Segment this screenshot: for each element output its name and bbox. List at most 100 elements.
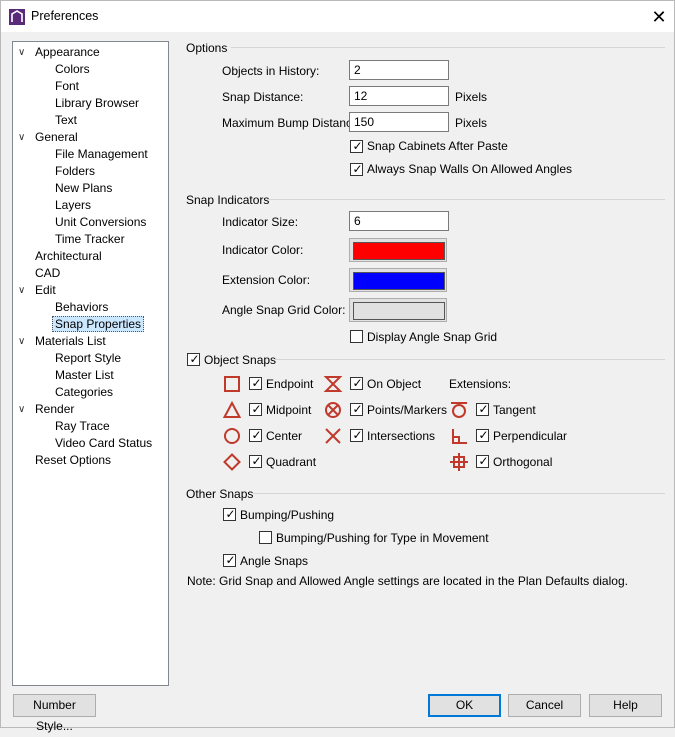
center-icon <box>224 428 240 444</box>
tree-item-label: Appearance <box>35 45 100 59</box>
snap-walls-checkbox[interactable]: ✓ <box>350 162 363 176</box>
tree-item[interactable]: Colors <box>55 61 90 78</box>
tree-item[interactable]: New Plans <box>55 180 112 197</box>
extension-color-label: Extension Color: <box>222 273 311 287</box>
bumping-pushing-label: Bumping/Pushing <box>240 508 335 522</box>
tree-item-label: Time Tracker <box>55 232 125 246</box>
expand-chevron-icon[interactable]: ∨ <box>18 44 28 61</box>
tree-item[interactable]: Library Browser <box>55 95 139 112</box>
tree-item[interactable]: Ray Trace <box>55 418 110 435</box>
other-snaps-divider <box>253 493 665 494</box>
extension-color-swatch <box>353 272 445 290</box>
title-bar: Preferences ✕ <box>1 1 674 32</box>
close-icon[interactable]: ✕ <box>648 6 670 28</box>
extension-color-button[interactable] <box>349 268 447 292</box>
category-tree[interactable]: ∨ Appearance Colors Font Library Browser Text… <box>12 41 169 686</box>
expand-chevron-icon[interactable]: ∨ <box>18 333 28 350</box>
tree-item-label: Unit Conversions <box>55 215 147 229</box>
tree-item[interactable]: Folders <box>55 163 95 180</box>
endpoint-checkbox[interactable]: ✓ <box>249 376 262 390</box>
points-markers-icon <box>325 402 341 418</box>
objects-in-history-input[interactable]: 2 <box>349 60 449 80</box>
snap-indicators-divider <box>267 199 665 200</box>
orthogonal-checkbox[interactable]: ✓ <box>476 454 489 468</box>
on-object-checkbox[interactable]: ✓ <box>350 376 363 390</box>
perpendicular-icon <box>452 429 467 444</box>
indicator-color-label: Indicator Color: <box>222 243 304 257</box>
tree-item[interactable]: Video Card Status <box>55 435 152 452</box>
indicator-color-swatch <box>353 242 445 260</box>
cancel-button[interactable]: Cancel <box>508 694 581 717</box>
tree-item[interactable]: Snap Properties <box>52 316 145 333</box>
tree-item[interactable]: General <box>35 129 78 146</box>
tree-item[interactable]: Architectural <box>35 248 102 265</box>
tree-item[interactable]: Behaviors <box>55 299 108 316</box>
orthogonal-icon <box>450 453 468 471</box>
points-markers-checkbox[interactable]: ✓ <box>350 402 363 416</box>
snap-distance-input[interactable]: 12 <box>349 86 449 106</box>
midpoint-label: Midpoint <box>266 403 312 417</box>
tangent-icon <box>451 402 467 418</box>
tree-item-label: Reset Options <box>35 453 112 467</box>
angle-snap-grid-color-button[interactable] <box>349 298 447 322</box>
angle-snaps-label: Angle Snaps <box>240 554 309 568</box>
endpoint-icon <box>224 376 240 392</box>
app-icon <box>9 9 25 25</box>
expand-chevron-icon[interactable]: ∨ <box>18 129 28 146</box>
tree-item[interactable]: Time Tracker <box>55 231 125 248</box>
intersections-label: Intersections <box>367 429 436 443</box>
tree-item[interactable]: Appearance <box>35 44 100 61</box>
tangent-checkbox[interactable]: ✓ <box>476 402 489 416</box>
tree-item[interactable]: Master List <box>55 367 114 384</box>
tree-item-label: Text <box>55 113 78 127</box>
tree-item[interactable]: Categories <box>55 384 113 401</box>
number-style-button[interactable]: Number Style... <box>13 694 96 733</box>
bumping-pushing-type-label: Bumping/Pushing for Type in Movement <box>276 531 489 545</box>
tree-item-label: General <box>35 130 78 144</box>
tree-item[interactable]: Materials List <box>35 333 106 350</box>
perpendicular-checkbox[interactable]: ✓ <box>476 428 489 442</box>
other-snaps-header: Other Snaps <box>186 487 254 501</box>
tree-item[interactable]: Font <box>55 78 79 95</box>
tree-item-label: Colors <box>55 62 90 76</box>
quadrant-icon <box>223 453 241 471</box>
tree-item-label: File Management <box>55 147 148 161</box>
tree-item[interactable]: Text <box>55 112 77 129</box>
indicator-size-input[interactable]: 6 <box>349 211 449 231</box>
max-bump-distance-input[interactable]: 150 <box>349 112 449 132</box>
tree-item-label: Materials List <box>35 334 106 348</box>
preferences-window: Preferences ✕ ∨ Appearance Colors Font Libra… <box>0 0 675 733</box>
tree-item[interactable]: Unit Conversions <box>55 214 146 231</box>
center-checkbox[interactable]: ✓ <box>249 428 262 442</box>
expand-chevron-icon[interactable]: ∨ <box>18 282 28 299</box>
tree-item-label: Library Browser <box>55 96 140 110</box>
expand-chevron-icon[interactable]: ∨ <box>18 401 28 418</box>
quadrant-checkbox[interactable]: ✓ <box>249 454 262 468</box>
objects-in-history-label: Objects in History: <box>222 64 320 78</box>
display-angle-snap-grid-checkbox[interactable] <box>350 330 363 343</box>
ok-button[interactable]: OK <box>428 694 501 717</box>
endpoint-label: Endpoint <box>266 377 314 391</box>
bumping-pushing-checkbox[interactable]: ✓ <box>223 507 236 521</box>
midpoint-checkbox[interactable]: ✓ <box>249 402 262 416</box>
snap-walls-label: Always Snap Walls On Allowed Angles <box>367 162 572 176</box>
snap-cabinets-checkbox[interactable]: ✓ <box>350 139 363 153</box>
center-label: Center <box>266 429 303 443</box>
tree-item[interactable]: Reset Options <box>35 452 111 469</box>
tree-item-label: Architectural <box>35 249 102 263</box>
object-snaps-checkbox[interactable]: ✓ <box>187 352 200 366</box>
tree-item[interactable]: Report Style <box>55 350 121 367</box>
tree-item[interactable]: CAD <box>35 265 60 282</box>
indicator-color-button[interactable] <box>349 238 447 262</box>
tree-item[interactable]: Edit <box>35 282 56 299</box>
tree-item[interactable]: File Management <box>55 146 148 163</box>
bumping-pushing-type-checkbox[interactable] <box>259 531 272 544</box>
perpendicular-label: Perpendicular <box>493 429 568 443</box>
tree-item[interactable]: Render <box>35 401 74 418</box>
tree-item[interactable]: Layers <box>55 197 91 214</box>
help-button[interactable]: Help <box>589 694 662 717</box>
angle-snaps-checkbox[interactable]: ✓ <box>223 553 236 567</box>
quadrant-label: Quadrant <box>266 455 317 469</box>
tree-item-label: Snap Properties <box>52 316 145 332</box>
intersections-checkbox[interactable]: ✓ <box>350 428 363 442</box>
